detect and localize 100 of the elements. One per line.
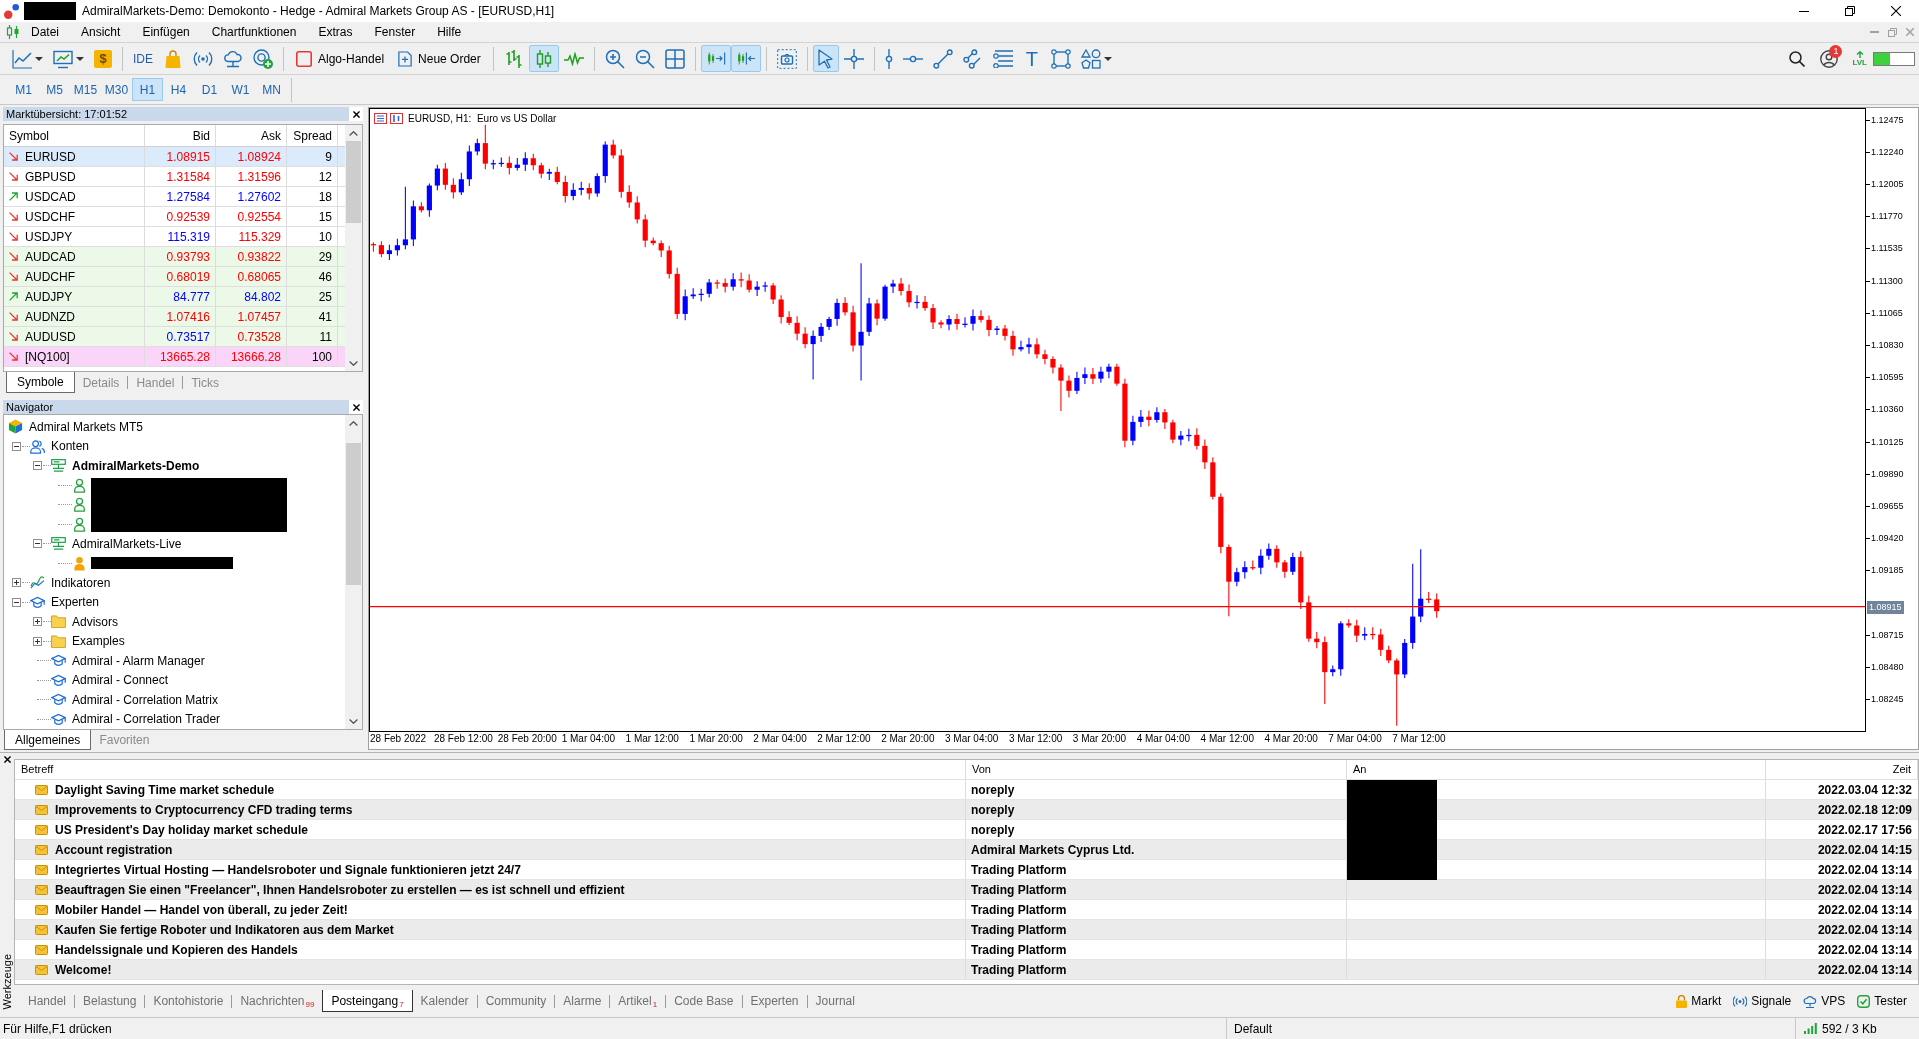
tree-item[interactable]: Admiral - Connect xyxy=(72,671,169,690)
scrollbar-thumb[interactable] xyxy=(346,443,361,585)
table-row[interactable]: Mobiler Handel — Handel von überall, zu jeder Zeit! Trading Platform 2022.02.04 13:14 xyxy=(15,900,1918,920)
menu-item[interactable]: Ansicht xyxy=(70,22,132,42)
toolbar-button[interactable] xyxy=(700,45,731,72)
column-header[interactable]: Betreff xyxy=(15,760,966,779)
expand-toggle[interactable] xyxy=(33,636,42,646)
toolbar-button[interactable] xyxy=(730,45,761,72)
collapse-toggle[interactable] xyxy=(33,461,42,471)
spread-value: 25 xyxy=(287,287,338,306)
timeframe-button[interactable]: M30 xyxy=(101,78,132,101)
scrollbar[interactable] xyxy=(345,415,362,729)
tab[interactable]: Symbole xyxy=(6,372,75,393)
tab[interactable]: Kontohistorie xyxy=(145,990,232,1012)
service-button[interactable]: Signale xyxy=(1733,992,1792,1010)
collapse-toggle[interactable] xyxy=(12,597,21,607)
timeframe-button[interactable]: M1 xyxy=(8,78,39,101)
tree-item[interactable]: Admiral Markets MT5 xyxy=(29,417,144,436)
tab[interactable]: Community xyxy=(477,990,555,1012)
tree-item[interactable]: AdmiralMarkets-Live xyxy=(72,534,182,553)
tree-item[interactable]: Admiral - Alarm Manager xyxy=(72,651,205,670)
table-row[interactable]: Beauftragen Sie einen "Freelancer", Ihnen Handelsroboter zu erstellen — es ist schnell und effizient Trading Platform 2022.02.04 13:14 xyxy=(15,880,1918,900)
tree-item[interactable]: Konten xyxy=(51,437,90,456)
tab[interactable]: Belastung xyxy=(75,990,145,1012)
table-row[interactable]: AUDUSD 0.73517 0.73528 11 xyxy=(4,327,345,347)
table-row[interactable]: Daylight Saving Time market schedule noreply 2022.03.04 12:32 xyxy=(15,780,1918,800)
timeframe-button[interactable]: M15 xyxy=(70,78,101,101)
account-button[interactable]: 1 xyxy=(1820,49,1839,68)
tree-item[interactable]: Admiral - Correlation Trader xyxy=(72,710,221,729)
timeframe-button[interactable]: H4 xyxy=(163,78,194,101)
column-header[interactable]: An xyxy=(1347,760,1766,779)
tab[interactable]: Experten xyxy=(742,990,807,1012)
column-header[interactable]: Zeit xyxy=(1766,760,1918,779)
table-row[interactable]: Improvements to Cryptocurrency CFD trading terms noreply 2022.02.18 12:09 xyxy=(15,800,1918,820)
tree-item[interactable]: Admiral - Correlation Matrix xyxy=(72,690,219,709)
table-row[interactable]: Account registration Admiral Markets Cyprus Ltd. 2022.02.04 14:15 xyxy=(15,840,1918,860)
tab[interactable]: Code Base xyxy=(666,990,742,1012)
tab[interactable]: Kalender xyxy=(412,990,477,1012)
table-row[interactable]: AUDCHF 0.68019 0.68065 46 xyxy=(4,267,345,287)
scrollbar-thumb[interactable] xyxy=(346,141,361,223)
table-row[interactable]: USDJPY 115.319 115.329 10 xyxy=(4,227,345,247)
toolbar-button[interactable]: Neue Order xyxy=(391,45,488,72)
table-row[interactable]: AUDJPY 84.777 84.802 25 xyxy=(4,287,345,307)
timeframe-button[interactable]: M5 xyxy=(39,78,70,101)
timeframe-button[interactable]: H1 xyxy=(132,78,163,101)
price-tick-label: 1.10360 xyxy=(1871,405,1904,415)
tab[interactable]: Handel xyxy=(20,990,75,1012)
tree-item[interactable]: Indikatoren xyxy=(51,573,111,592)
table-row[interactable]: Integriertes Virtual Hosting — Handelsroboter und Signale funktionieren jetzt 24/7 Trading Platform 2022.02.04 13:14 xyxy=(15,860,1918,880)
toolbar-button[interactable]: IDE xyxy=(128,45,158,72)
table-row[interactable]: GBPUSD 1.31584 1.31596 12 xyxy=(4,167,345,187)
timeframe-button[interactable]: W1 xyxy=(225,78,256,101)
expand-toggle[interactable] xyxy=(12,578,21,588)
table-row[interactable]: Handelssignale und Kopieren des Handels Trading Platform 2022.02.04 13:14 xyxy=(15,940,1918,960)
collapse-toggle[interactable] xyxy=(33,539,42,549)
menu-item[interactable]: Fenster xyxy=(363,22,427,42)
timeframe-button[interactable]: D1 xyxy=(194,78,225,101)
expand-toggle[interactable] xyxy=(33,617,42,627)
timeframe-button[interactable]: MN xyxy=(256,78,287,101)
service-button[interactable]: Tester xyxy=(1857,992,1907,1010)
tab[interactable]: Allgemeines xyxy=(4,730,92,750)
table-row[interactable]: Kaufen Sie fertige Roboter und Indikatoren aus dem Market Trading Platform 2022.02.04 13:14 xyxy=(15,920,1918,940)
close-button[interactable] xyxy=(3,756,11,763)
menu-item[interactable]: Chartfunktionen xyxy=(200,22,308,42)
table-row[interactable]: USDCHF 0.92539 0.92554 15 xyxy=(4,207,345,227)
column-header[interactable]: Von xyxy=(966,760,1347,779)
service-button[interactable]: VPS xyxy=(1803,992,1846,1010)
tab[interactable]: Alarme xyxy=(555,990,610,1012)
column-header[interactable]: Bid xyxy=(145,125,216,146)
table-row[interactable]: USDCAD 1.27584 1.27602 18 xyxy=(4,187,345,207)
service-button[interactable]: Markt xyxy=(1676,992,1722,1010)
table-row[interactable]: AUDCAD 0.93793 0.93822 29 xyxy=(4,247,345,267)
menu-item[interactable]: Extras xyxy=(307,22,364,42)
table-row[interactable]: Welcome! Trading Platform 2022.02.04 13:14 xyxy=(15,960,1918,980)
close-button[interactable] xyxy=(349,107,363,121)
toolbar-button[interactable] xyxy=(528,45,559,72)
tree-item[interactable]: Advisors xyxy=(72,612,118,631)
menu-item[interactable]: Hilfe xyxy=(426,22,473,42)
column-header[interactable]: Symbol xyxy=(4,125,145,146)
column-header[interactable]: Spread xyxy=(287,125,338,146)
table-row[interactable]: [NQ100] 13665.28 13666.28 100 xyxy=(4,347,345,367)
toolbar-button[interactable]: T xyxy=(1017,45,1046,72)
table-row[interactable]: AUDNZD 1.07416 1.07457 41 xyxy=(4,307,345,327)
tree-item[interactable]: Experten xyxy=(51,593,100,612)
tab[interactable]: Journal xyxy=(807,990,863,1012)
menu-item[interactable]: Datei xyxy=(20,22,70,42)
search-button[interactable] xyxy=(1789,50,1806,67)
tree-item[interactable]: Examples xyxy=(72,632,125,651)
table-row[interactable]: EURUSD 1.08915 1.08924 9 xyxy=(4,147,345,167)
table-row[interactable]: US President's Day holiday market schedule noreply 2022.02.17 17:56 xyxy=(15,820,1918,840)
column-header[interactable]: Ask xyxy=(216,125,287,146)
scrollbar[interactable] xyxy=(345,125,362,371)
toolbar-button[interactable]: Algo-Handel xyxy=(289,45,392,72)
toolbar-button[interactable] xyxy=(812,45,839,72)
collapse-toggle[interactable] xyxy=(12,441,21,451)
menu-item[interactable]: Einfügen xyxy=(131,22,201,42)
close-button[interactable] xyxy=(349,400,363,414)
tree-item[interactable]: AdmiralMarkets-Demo xyxy=(72,456,200,475)
toolbar-button[interactable]: $ xyxy=(89,45,117,72)
graduation-cap-icon xyxy=(51,673,66,687)
